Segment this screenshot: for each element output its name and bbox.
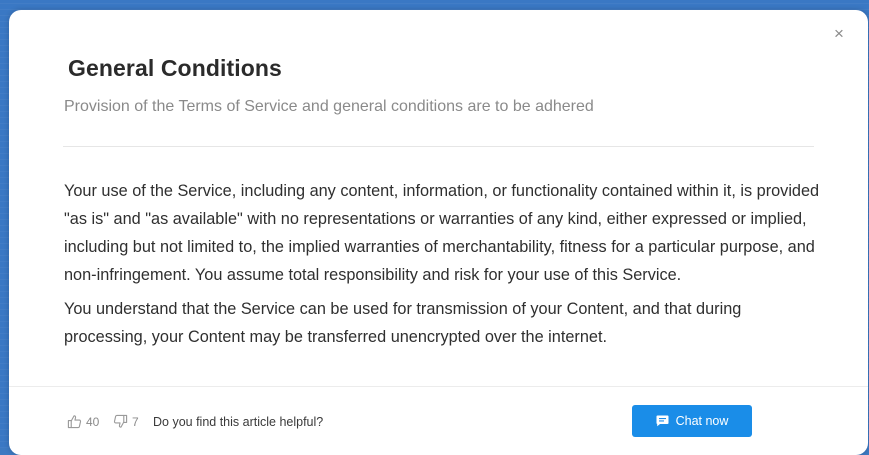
thumbs-down-icon xyxy=(113,414,128,429)
chat-bubble-icon xyxy=(656,415,669,427)
thumbs-up-icon xyxy=(67,414,82,429)
chat-now-button[interactable]: Chat now xyxy=(632,405,752,437)
article-body: Your use of the Service, including any c… xyxy=(64,177,824,351)
modal-footer: 40 7 Do you find this article helpful? C… xyxy=(9,387,868,455)
upvote-button[interactable]: 40 xyxy=(67,414,99,429)
modal-title: General Conditions xyxy=(68,55,282,81)
header-divider xyxy=(63,146,814,147)
article-paragraph: Your use of the Service, including any c… xyxy=(64,182,820,284)
general-conditions-modal: × General Conditions Provision of the Te… xyxy=(9,10,868,455)
helpful-prompt: Do you find this article helpful? xyxy=(153,415,324,429)
upvote-count: 40 xyxy=(86,414,100,429)
article-paragraph: You understand that the Service can be u… xyxy=(64,300,742,346)
close-icon: × xyxy=(834,24,844,43)
modal-subtitle: Provision of the Terms of Service and ge… xyxy=(64,98,594,115)
downvote-button[interactable]: 7 xyxy=(113,414,139,429)
downvote-count: 7 xyxy=(132,414,139,429)
chat-now-label: Chat now xyxy=(675,414,729,428)
close-button[interactable]: × xyxy=(831,24,847,43)
